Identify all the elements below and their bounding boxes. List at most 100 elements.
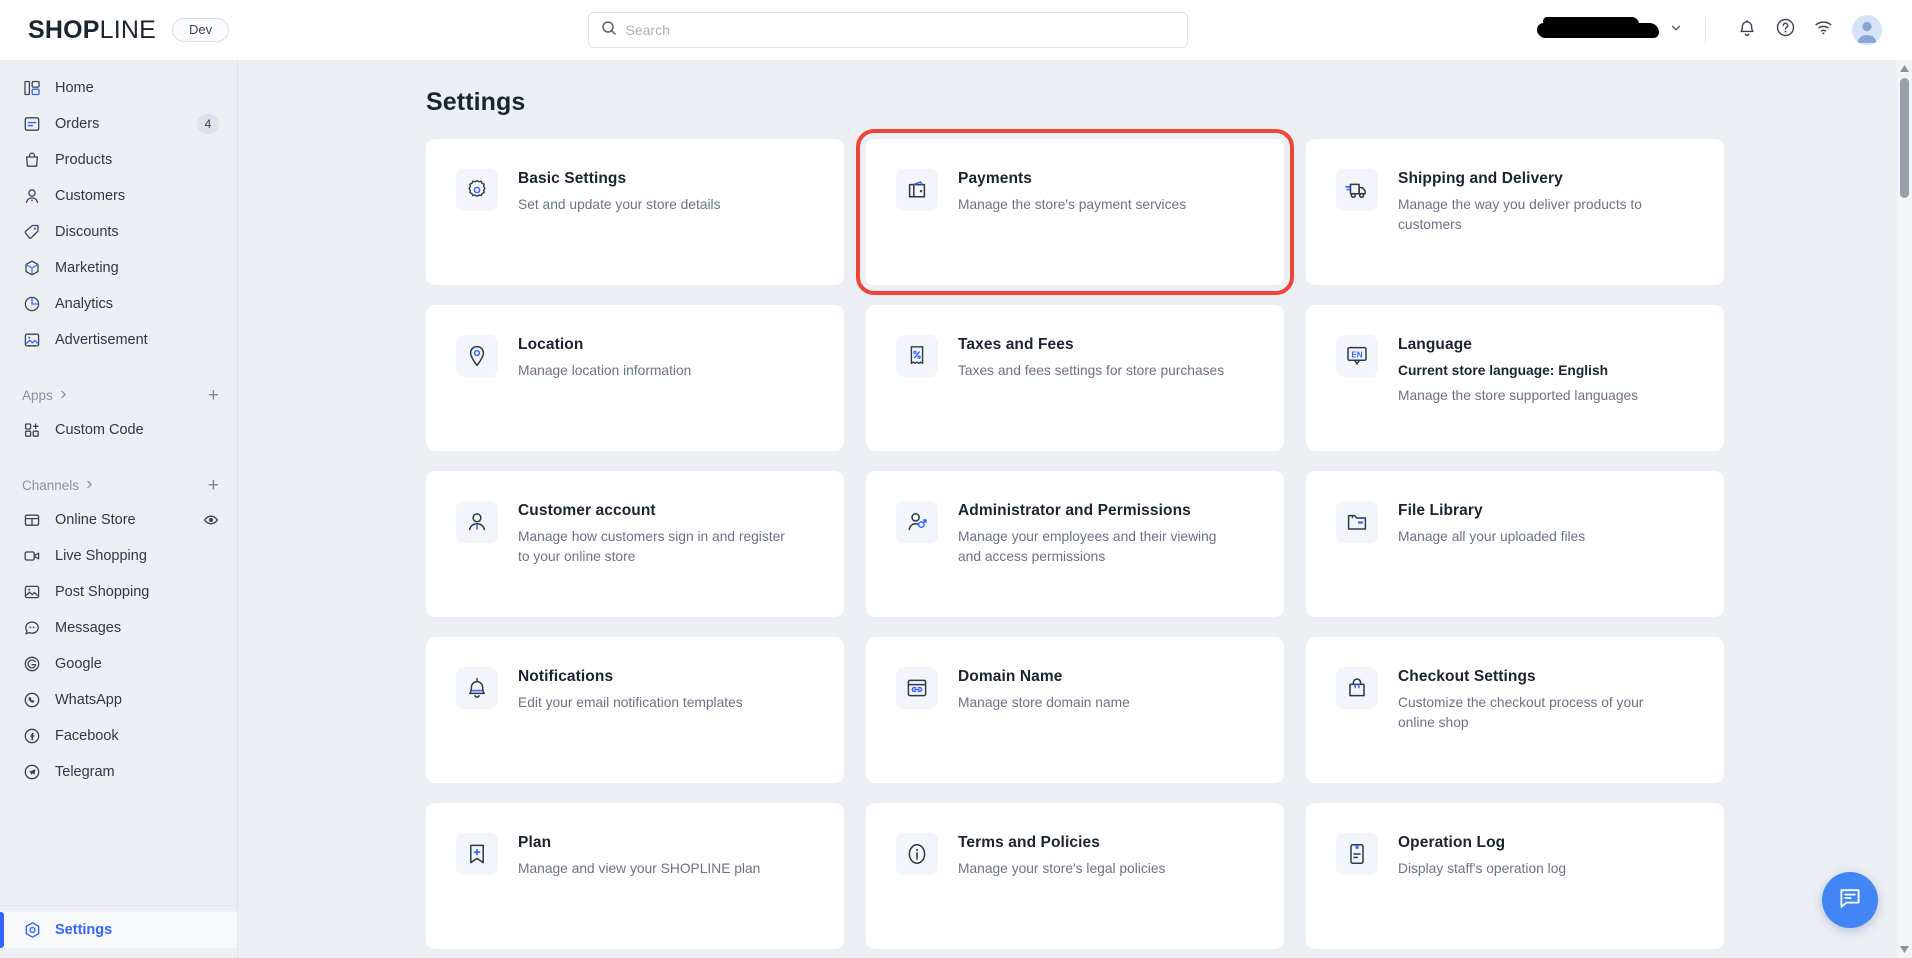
chat-message-icon <box>1837 885 1863 916</box>
settings-card-administrator-and-permissions[interactable]: Administrator and Permissions Manage you… <box>866 471 1284 617</box>
code-blocks-icon <box>22 420 42 440</box>
card-body: File Library Manage all your uploaded fi… <box>1398 501 1585 617</box>
sidebar-item-messages[interactable]: Messages <box>0 610 237 646</box>
sidebar-item-facebook[interactable]: Facebook <box>0 718 237 754</box>
card-subtitle: Edit your email notification templates <box>518 695 743 710</box>
orders-badge: 4 <box>197 114 219 134</box>
sidebar-item-orders[interactable]: Orders 4 <box>0 106 237 142</box>
settings-card-customer-account[interactable]: Customer account Manage how customers si… <box>426 471 844 617</box>
top-bar: SHOP LINE Dev <box>0 0 1912 60</box>
sidebar-group-channels[interactable]: Channels + <box>0 468 237 502</box>
card-title: Language <box>1398 336 1473 353</box>
sidebar-item-google[interactable]: Google <box>0 646 237 682</box>
eye-icon[interactable] <box>203 512 219 528</box>
sidebar-item-label: Custom Code <box>55 422 144 438</box>
card-body: Language Current store language: English… <box>1398 335 1638 451</box>
settings-card-checkout-settings[interactable]: Checkout Settings Customize the checkout… <box>1306 637 1724 783</box>
logo-text-line: LINE <box>99 15 157 44</box>
card-subtitle: Manage the store supported languages <box>1398 388 1639 403</box>
sidebar-item-post-shopping[interactable]: Post Shopping <box>0 574 237 610</box>
sidebar-item-settings[interactable]: Settings <box>0 912 237 948</box>
receipt-percent-icon <box>896 335 938 377</box>
settings-card-operation-log[interactable]: Operation Log Display staff's operation … <box>1306 803 1724 949</box>
card-title: Notifications <box>518 668 614 685</box>
card-body: Domain Name Manage store domain name <box>958 667 1130 783</box>
settings-card-location[interactable]: Location Manage location information <box>426 305 844 451</box>
settings-card-shipping-and-delivery[interactable]: Shipping and Delivery Manage the way you… <box>1306 139 1724 285</box>
sidebar-item-analytics[interactable]: Analytics <box>0 286 237 322</box>
sidebar-item-online-store[interactable]: Online Store <box>0 502 237 538</box>
connection-button[interactable] <box>1804 11 1842 49</box>
settings-card-language[interactable]: EN Language Current store language: Engl… <box>1306 305 1724 451</box>
card-subtitle: Taxes and fees settings for store purcha… <box>958 363 1225 378</box>
notifications-button[interactable] <box>1728 11 1766 49</box>
app-shell: Home Orders 4 Products Customers Discoun… <box>0 60 1912 958</box>
scrollbar-track[interactable] <box>1897 199 1912 941</box>
dashboard-icon <box>22 78 42 98</box>
wifi-icon <box>1813 17 1834 43</box>
card-title: File Library <box>1398 502 1483 519</box>
pie-chart-icon <box>22 294 42 314</box>
sidebar-item-label: WhatsApp <box>55 692 122 708</box>
card-body: Operation Log Display staff's operation … <box>1398 833 1566 949</box>
card-subtitle: Manage and view your SHOPLINE plan <box>518 861 761 876</box>
help-circle-icon <box>1775 17 1796 43</box>
settings-card-domain-name[interactable]: Domain Name Manage store domain name <box>866 637 1284 783</box>
card-body: Basic Settings Set and update your store… <box>518 169 721 285</box>
add-channel-button[interactable]: + <box>208 476 219 495</box>
sidebar: Home Orders 4 Products Customers Discoun… <box>0 60 238 958</box>
sidebar-item-advertisement[interactable]: Advertisement <box>0 322 237 358</box>
avatar[interactable] <box>1852 15 1882 45</box>
gear-flower-icon <box>456 169 498 211</box>
help-button[interactable] <box>1766 11 1804 49</box>
scrollbar-thumb[interactable] <box>1900 78 1909 198</box>
chat-bubble-icon <box>22 618 42 638</box>
sidebar-item-custom-code[interactable]: Custom Code <box>0 412 237 448</box>
settings-card-notifications[interactable]: Notifications Edit your email notificati… <box>426 637 844 783</box>
sidebar-item-customers[interactable]: Customers <box>0 178 237 214</box>
shopline-logo[interactable]: SHOP LINE <box>28 16 156 45</box>
chevron-down-icon <box>1669 21 1683 40</box>
card-title: Operation Log <box>1398 834 1506 851</box>
info-circle-icon <box>896 833 938 875</box>
sidebar-item-marketing[interactable]: Marketing <box>0 250 237 286</box>
chat-fab-button[interactable] <box>1822 872 1878 928</box>
card-body: Customer account Manage how customers si… <box>518 501 788 617</box>
sidebar-item-whatsapp[interactable]: WhatsApp <box>0 682 237 718</box>
card-body: Checkout Settings Customize the checkout… <box>1398 667 1668 783</box>
sidebar-group-label: Channels <box>22 477 80 493</box>
card-subtitle: Manage the way you deliver products to c… <box>1398 197 1642 232</box>
settings-card-payments[interactable]: Payments Manage the store's payment serv… <box>856 129 1294 295</box>
settings-card-file-library[interactable]: File Library Manage all your uploaded fi… <box>1306 471 1724 617</box>
search-area <box>238 12 1537 48</box>
settings-card-taxes-and-fees[interactable]: Taxes and Fees Taxes and fees settings f… <box>866 305 1284 451</box>
settings-card-plan[interactable]: Plan Manage and view your SHOPLINE plan <box>426 803 844 949</box>
scroll-up-arrow[interactable] <box>1897 60 1912 77</box>
sidebar-group-apps[interactable]: Apps + <box>0 378 237 412</box>
page-scrollbar[interactable] <box>1897 60 1912 958</box>
sidebar-item-products[interactable]: Products <box>0 142 237 178</box>
search-box[interactable] <box>587 12 1188 48</box>
sidebar-item-telegram[interactable]: Telegram <box>0 754 237 790</box>
sidebar-item-live-shopping[interactable]: Live Shopping <box>0 538 237 574</box>
store-switcher[interactable] <box>1537 16 1683 40</box>
search-input[interactable] <box>625 22 1175 38</box>
card-title: Customer account <box>518 502 656 519</box>
brand-zone: SHOP LINE Dev <box>0 16 238 45</box>
sidebar-item-home[interactable]: Home <box>0 70 237 106</box>
sidebar-item-label: Online Store <box>55 512 136 528</box>
card-body: Notifications Edit your email notificati… <box>518 667 743 783</box>
settings-card-terms-and-policies[interactable]: Terms and Policies Manage your store's l… <box>866 803 1284 949</box>
card-title: Terms and Policies <box>958 834 1100 851</box>
card-title: Domain Name <box>958 668 1063 685</box>
telegram-icon <box>22 762 42 782</box>
scroll-down-arrow[interactable] <box>1897 941 1912 958</box>
sidebar-scroll: Home Orders 4 Products Customers Discoun… <box>0 70 237 905</box>
card-title: Administrator and Permissions <box>958 502 1191 519</box>
settings-card-basic-settings[interactable]: Basic Settings Set and update your store… <box>426 139 844 285</box>
sidebar-item-label: Messages <box>55 620 122 636</box>
card-title: Location <box>518 336 584 353</box>
sidebar-item-discounts[interactable]: Discounts <box>0 214 237 250</box>
card-subtitle: Set and update your store details <box>518 197 721 212</box>
add-app-button[interactable]: + <box>208 386 219 405</box>
